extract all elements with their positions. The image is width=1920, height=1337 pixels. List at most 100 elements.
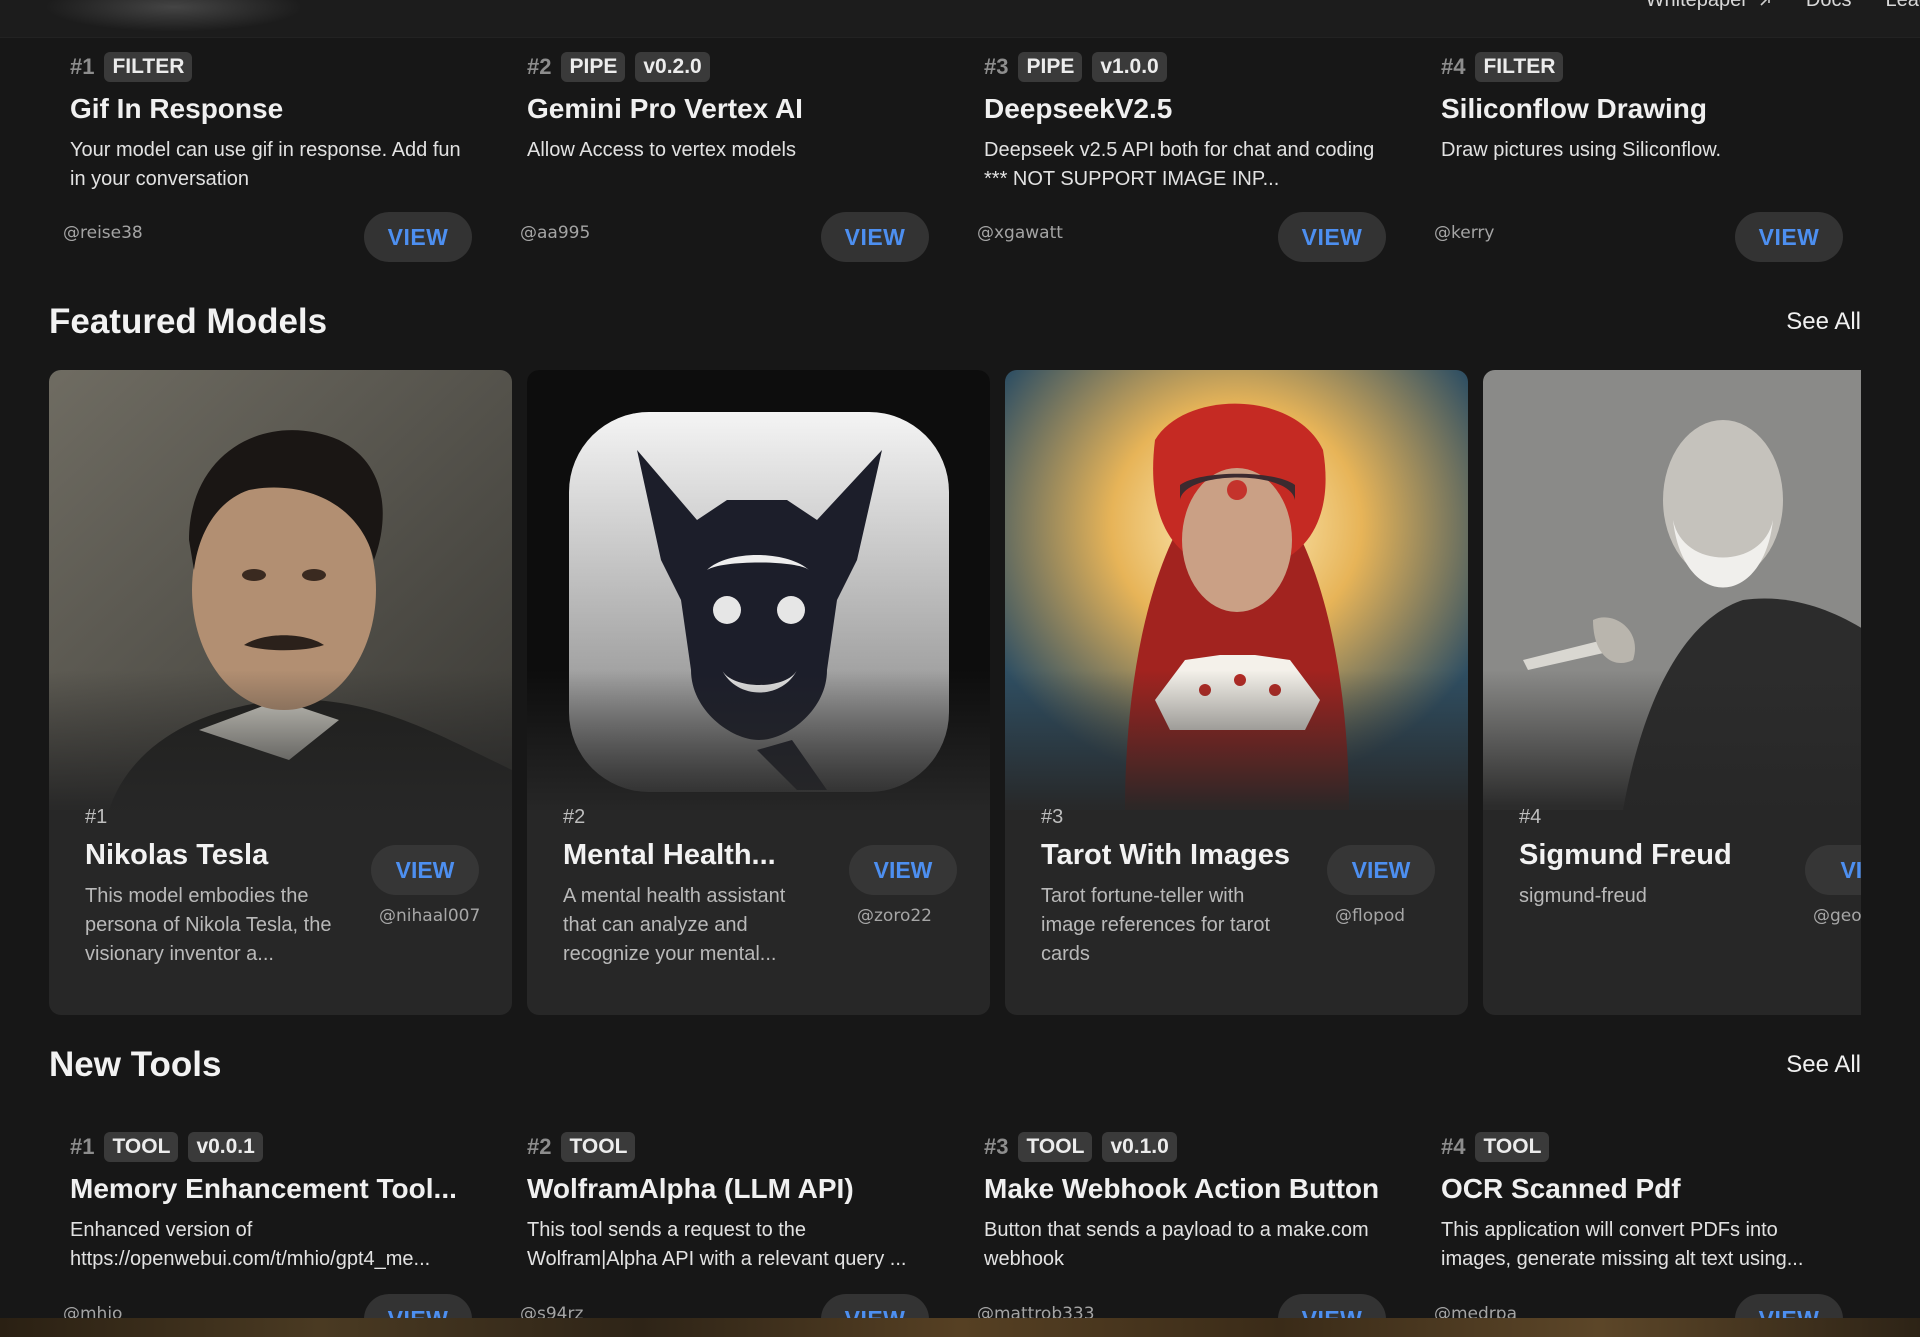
function-card[interactable]: #1 FILTER Gif In Response Your model can… <box>49 52 506 267</box>
model-rank: #4 <box>1519 806 1542 828</box>
view-button[interactable]: VIEW <box>364 212 472 262</box>
card-rank: #2 <box>527 54 552 79</box>
featured-models-row: #1 Nikolas Tesla This model embodies the… <box>49 370 1861 1015</box>
type-tag: TOOL <box>104 1132 179 1162</box>
model-author[interactable]: @flopod <box>1335 906 1405 926</box>
view-button[interactable]: VIEW <box>371 845 479 895</box>
logo[interactable] <box>44 0 304 32</box>
card-description: Draw pictures using Siliconflow. <box>1441 139 1722 161</box>
model-author[interactable]: @nihaal007 <box>379 906 480 926</box>
card-tags: #1 TOOL v0.0.1 <box>70 1132 485 1162</box>
card-author[interactable]: @reise38 <box>63 223 143 243</box>
card-description: Button that sends a payload to a make.co… <box>984 1219 1369 1270</box>
type-tag: PIPE <box>561 52 626 82</box>
featured-models-header: Featured Models See All <box>49 302 1861 342</box>
section-title: New Tools <box>49 1045 222 1084</box>
card-title[interactable]: OCR Scanned Pdf <box>1441 1173 1856 1205</box>
nav-lead-label: Lead <box>1885 0 1920 11</box>
card-rank: #4 <box>1441 1134 1466 1159</box>
card-author[interactable]: @kerry <box>1434 223 1494 243</box>
nav-leaderboard-link[interactable]: Lead <box>1886 0 1920 12</box>
card-description: Your model can use gif in response. Add … <box>70 139 461 190</box>
card-title[interactable]: Gif In Response <box>70 93 485 125</box>
model-rank: #3 <box>1041 806 1064 828</box>
view-button[interactable]: VIEW <box>1327 845 1435 895</box>
model-author[interactable]: @zoro22 <box>857 906 932 926</box>
function-card[interactable]: #4 FILTER Siliconflow Drawing Draw pictu… <box>1420 52 1877 267</box>
card-rank: #3 <box>984 54 1009 79</box>
card-title[interactable]: WolframAlpha (LLM API) <box>527 1173 942 1205</box>
view-button[interactable]: VIEW <box>1278 212 1386 262</box>
card-tags: #2 PIPE v0.2.0 <box>527 52 942 82</box>
card-author[interactable]: @xgawatt <box>977 223 1063 243</box>
footer-background <box>0 1318 1920 1337</box>
card-tags: #3 TOOL v0.1.0 <box>984 1132 1399 1162</box>
functions-row: #1 FILTER Gif In Response Your model can… <box>49 52 1879 267</box>
card-tags: #4 FILTER <box>1441 52 1856 82</box>
view-button[interactable]: VIEW <box>1735 212 1843 262</box>
card-tags: #4 TOOL <box>1441 1132 1856 1162</box>
card-rank: #3 <box>984 1134 1009 1159</box>
card-tags: #2 TOOL <box>527 1132 942 1162</box>
card-title[interactable]: Gemini Pro Vertex AI <box>527 93 942 125</box>
model-rank: #1 <box>85 806 108 828</box>
type-tag: FILTER <box>104 52 193 82</box>
model-card[interactable]: #4 Sigmund Freud sigmund-freud VIE @geo <box>1483 370 1861 1015</box>
version-tag: v1.0.0 <box>1092 52 1167 82</box>
new-tools-row: #1 TOOL v0.0.1 Memory Enhancement Tool..… <box>49 1132 1879 1337</box>
model-description: A mental health assistant that can analy… <box>563 885 786 965</box>
card-description: Enhanced version of https://openwebui.co… <box>70 1219 431 1270</box>
function-card[interactable]: #3 PIPE v1.0.0 DeepseekV2.5 Deepseek v2.… <box>963 52 1420 267</box>
external-link-icon <box>1760 0 1770 6</box>
function-card[interactable]: #2 PIPE v0.2.0 Gemini Pro Vertex AI Allo… <box>506 52 963 267</box>
nav-links: Whitepaper Docs Lead <box>1646 0 1920 12</box>
card-rank: #1 <box>70 1134 95 1159</box>
card-description: Allow Access to vertex models <box>527 139 796 161</box>
view-button[interactable]: VIEW <box>849 845 957 895</box>
card-tags: #1 FILTER <box>70 52 485 82</box>
card-tags: #3 PIPE v1.0.0 <box>984 52 1399 82</box>
model-rank: #2 <box>563 806 586 828</box>
version-tag: v0.0.1 <box>188 1132 263 1162</box>
card-title[interactable]: Siliconflow Drawing <box>1441 93 1856 125</box>
new-tools-header: New Tools See All <box>49 1045 1861 1085</box>
tool-card[interactable]: #3 TOOL v0.1.0 Make Webhook Action Butto… <box>963 1132 1420 1337</box>
view-button[interactable]: VIE <box>1805 845 1861 895</box>
see-all-link[interactable]: See All <box>1786 1051 1861 1079</box>
nav-docs-label: Docs <box>1805 0 1852 11</box>
nav-whitepaper-link[interactable]: Whitepaper <box>1646 0 1772 12</box>
card-rank: #1 <box>70 54 95 79</box>
tool-card[interactable]: #1 TOOL v0.0.1 Memory Enhancement Tool..… <box>49 1132 506 1337</box>
type-tag: TOOL <box>1475 1132 1550 1162</box>
model-author[interactable]: @geo <box>1813 906 1861 926</box>
nav-whitepaper-label: Whitepaper <box>1645 0 1748 11</box>
model-description: sigmund-freud <box>1519 885 1647 907</box>
version-tag: v0.1.0 <box>1102 1132 1177 1162</box>
top-nav: Whitepaper Docs Lead <box>0 0 1920 38</box>
card-rank: #4 <box>1441 54 1466 79</box>
type-tag: FILTER <box>1475 52 1564 82</box>
card-title[interactable]: Memory Enhancement Tool... <box>70 1173 485 1205</box>
type-tag: TOOL <box>1018 1132 1093 1162</box>
version-tag: v0.2.0 <box>635 52 710 82</box>
see-all-link[interactable]: See All <box>1786 308 1861 336</box>
model-description: Tarot fortune-teller with image referenc… <box>1041 885 1270 965</box>
model-card[interactable]: #2 Mental Health... A mental health assi… <box>527 370 990 1015</box>
card-rank: #2 <box>527 1134 552 1159</box>
card-author[interactable]: @aa995 <box>520 223 590 243</box>
view-button[interactable]: VIEW <box>821 212 929 262</box>
card-description: Deepseek v2.5 API both for chat and codi… <box>984 139 1375 190</box>
model-card[interactable]: #1 Nikolas Tesla This model embodies the… <box>49 370 512 1015</box>
model-description: This model embodies the persona of Nikol… <box>85 885 332 965</box>
section-title: Featured Models <box>49 302 328 341</box>
card-title[interactable]: Make Webhook Action Button <box>984 1173 1399 1205</box>
tool-card[interactable]: #4 TOOL OCR Scanned Pdf This application… <box>1420 1132 1877 1337</box>
card-description: This application will convert PDFs into … <box>1441 1219 1804 1270</box>
type-tag: TOOL <box>561 1132 636 1162</box>
model-card[interactable]: #3 Tarot With Images Tarot fortune-telle… <box>1005 370 1468 1015</box>
tool-card[interactable]: #2 TOOL WolframAlpha (LLM API) This tool… <box>506 1132 963 1337</box>
card-description: This tool sends a request to the Wolfram… <box>527 1219 907 1270</box>
nav-docs-link[interactable]: Docs <box>1806 0 1852 12</box>
type-tag: PIPE <box>1018 52 1083 82</box>
card-title[interactable]: DeepseekV2.5 <box>984 93 1399 125</box>
